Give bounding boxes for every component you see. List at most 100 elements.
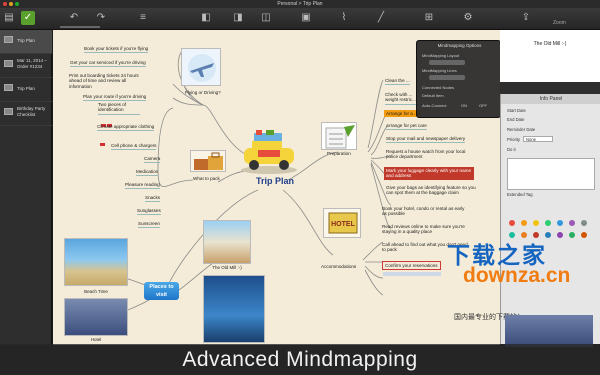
pack-item[interactable]: Medication: [136, 169, 159, 177]
line-icon[interactable]: ╱: [375, 12, 387, 24]
toolbar: ▤ ✓ ↶ ↷ ≡ ◧ ◨ ◫ ▣ ⌇ ╱ ⊞ ⚙ ⇪ Zoom: [0, 8, 600, 30]
flying-item[interactable]: Get your car serviced if you're driving: [70, 60, 146, 68]
flying-item[interactable]: Print out boarding tickets 24 hours ahea…: [69, 73, 149, 89]
option-row: Connected Nodes: [422, 85, 455, 90]
info-row: Do it: [507, 147, 516, 152]
toggle-on[interactable]: ON: [461, 103, 467, 108]
sidebar-item-birthday[interactable]: Birthday Party Checklist: [0, 102, 52, 126]
acc-item[interactable]: Book your hotel, condo or rental as earl…: [382, 206, 470, 217]
branch-flying[interactable]: Flying or Driving?: [185, 90, 221, 95]
pack-item[interactable]: Two pieces of identification: [98, 102, 140, 115]
mindmapping-options-panel: Mindmapping Options MindMapping Layout M…: [416, 40, 501, 118]
tag-icon[interactable]: [557, 220, 563, 226]
bottom-photo: [505, 315, 593, 347]
hotel-photo: [64, 298, 128, 336]
sidebar-item-label: Trip Plan: [17, 86, 35, 91]
info-row[interactable]: End Date: [507, 117, 524, 122]
pack-item[interactable]: Camera: [144, 156, 161, 164]
flying-item[interactable]: Book your tickets if you're flying: [84, 46, 149, 54]
options-title: Mindmapping Options: [437, 43, 482, 48]
sidebar-toggle-icon[interactable]: ▤: [3, 12, 15, 24]
flag-icons: [100, 133, 106, 151]
child-icon[interactable]: ◨: [232, 12, 244, 24]
pack-item[interactable]: Sunscreen: [138, 221, 160, 229]
document-thumbnail: [4, 36, 13, 43]
prep-item[interactable]: Arrange for pet care: [386, 123, 427, 131]
pack-item[interactable]: Climate appropriate clothing: [97, 124, 155, 132]
link-icon[interactable]: ⌇: [338, 12, 350, 24]
car-icon: [241, 130, 297, 174]
flying-item[interactable]: Plan your route if you're driving: [83, 94, 147, 102]
central-topic[interactable]: Trip Plan: [256, 176, 294, 186]
sidebar: Trip Plan Mar 11, 2014 – Order #1234 Tri…: [0, 30, 52, 345]
branch-places[interactable]: Places to visit: [144, 282, 179, 300]
checkmark-button[interactable]: ✓: [21, 11, 35, 25]
option-row: MindMapping Lines: [422, 68, 457, 73]
window-title: Personal > Trip Plan: [277, 1, 323, 7]
image-icon[interactable]: ▣: [300, 12, 312, 24]
info-row[interactable]: Reminder Date: [507, 127, 535, 132]
toggle-off[interactable]: OFF: [479, 103, 487, 108]
branch-preparation[interactable]: Preparation: [327, 151, 351, 156]
acc-item[interactable]: Read reviews online to make sure you're …: [382, 224, 470, 235]
tag-icon[interactable]: [569, 220, 575, 226]
sidebar-item-order[interactable]: Mar 11, 2014 – Order #1234: [0, 54, 52, 78]
tag-icon[interactable]: [509, 220, 515, 226]
hotel-sign-icon: HOTEL: [328, 212, 358, 234]
tag-icon[interactable]: [569, 232, 575, 238]
prep-item[interactable]: Request a house watch from your local po…: [386, 149, 478, 160]
tag-icon[interactable]: [533, 220, 539, 226]
sidebar-item-label: Trip Plan: [17, 38, 35, 43]
pack-item[interactable]: Pleasure reading: [125, 182, 160, 190]
info-row[interactable]: Start Date: [507, 108, 526, 113]
branch-pack[interactable]: What to pack: [193, 176, 220, 181]
acc-item-selected[interactable]: Confirm your reservations: [382, 261, 441, 271]
pack-item[interactable]: Snacks: [145, 195, 161, 203]
redo-icon[interactable]: ↷: [95, 12, 107, 24]
minimize-window-button[interactable]: [9, 2, 13, 6]
node-icon[interactable]: ◧: [200, 12, 212, 24]
pack-item[interactable]: Cell phone & chargers: [111, 143, 157, 151]
prep-item-highlighted[interactable]: Arrange for a ...: [384, 110, 420, 118]
tag-icon[interactable]: [521, 220, 527, 226]
sibling-icon[interactable]: ◫: [260, 12, 272, 24]
tag-icon[interactable]: [557, 232, 563, 238]
branch-accommodations[interactable]: Accommodations: [321, 264, 356, 269]
lines-select[interactable]: [429, 75, 465, 80]
hotel-caption: Hotel: [90, 337, 102, 342]
app-window: Personal > Trip Plan ▤ ✓ ↶ ↷ ≡ ◧ ◨ ◫ ▣ ⌇…: [0, 0, 600, 375]
old-mill-photo: [203, 220, 251, 264]
prep-item[interactable]: Clean the ...: [385, 78, 410, 86]
undo-icon[interactable]: ↶: [68, 12, 80, 24]
share-icon[interactable]: ⇪: [520, 12, 532, 24]
document-thumbnail: [4, 108, 13, 115]
notes-textarea[interactable]: [507, 158, 595, 190]
flag-icon: [100, 143, 105, 146]
grid-icon[interactable]: ⊞: [423, 12, 435, 24]
prep-item-highlighted-red[interactable]: Mark your luggage clearly with your name…: [384, 167, 474, 180]
prep-item[interactable]: Stop your mail and newspaper delivery: [386, 136, 466, 144]
zoom-slider[interactable]: [60, 26, 100, 28]
prep-item[interactable]: Give your bags an identifying feature so…: [386, 185, 480, 196]
settings-icon[interactable]: ⚙: [462, 12, 474, 24]
pack-item[interactable]: Sunglasses: [137, 208, 161, 216]
format-icon[interactable]: ≡: [137, 12, 149, 24]
tag-icon[interactable]: [581, 220, 587, 226]
option-row: Default Item: [422, 93, 444, 98]
tag-icon[interactable]: [581, 232, 587, 238]
checklist-image: [321, 122, 357, 150]
tag-icon[interactable]: [545, 220, 551, 226]
sidebar-item-trip-plan[interactable]: Trip Plan: [0, 30, 52, 54]
preview-title: The Old Mill :-): [533, 41, 567, 47]
hotel-sign-image: HOTEL: [323, 208, 361, 238]
document-thumbnail: [4, 60, 13, 67]
suitcase-icon: [194, 152, 223, 170]
sidebar-item-trip-plan-2[interactable]: Trip Plan: [0, 78, 52, 102]
beach-caption: Beach Time: [84, 289, 108, 294]
zoom-window-button[interactable]: [15, 2, 19, 6]
layout-select[interactable]: [429, 60, 465, 65]
extended-tag-label[interactable]: Extended Tag: [507, 192, 533, 197]
old-mill-caption: The Old Mill :-): [212, 265, 242, 270]
option-row: Auto-Connect: [422, 103, 447, 108]
close-window-button[interactable]: [3, 2, 7, 6]
